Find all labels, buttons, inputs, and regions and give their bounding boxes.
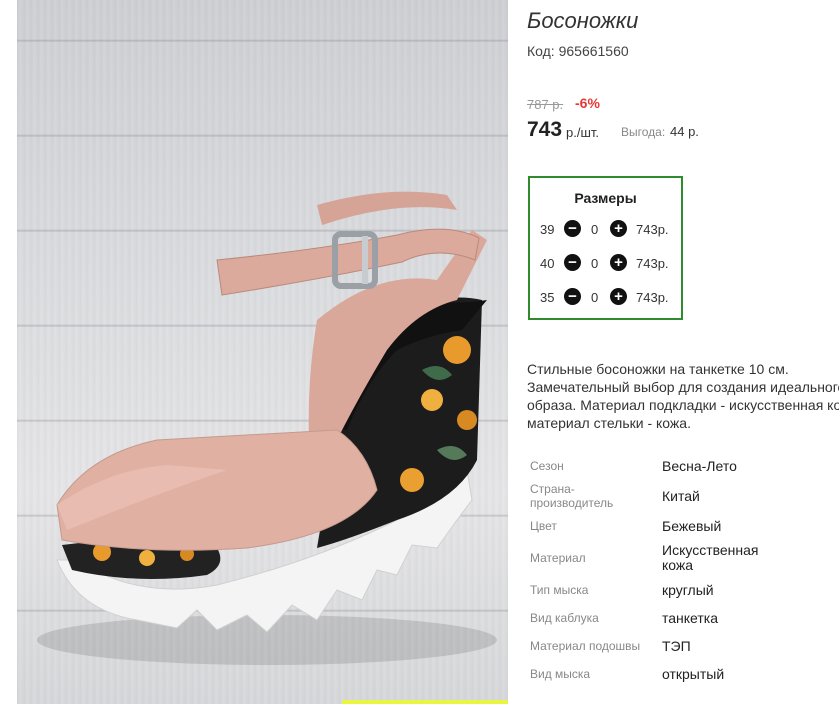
attribute-label: Сезон: [530, 459, 564, 473]
attribute-value: танкетка: [662, 610, 719, 626]
minus-icon[interactable]: −: [564, 220, 581, 237]
attribute-value: круглый: [662, 582, 714, 598]
size-quantity: 0: [591, 222, 599, 237]
description-line: материал стельки - кожа.: [527, 415, 691, 431]
size-row: 39 − 0 + 743р.: [540, 220, 680, 240]
current-price: 743: [527, 118, 563, 141]
size-row: 40 − 0 + 743р.: [540, 254, 680, 274]
description-line: образа. Материал подкладки - искусственн…: [527, 397, 839, 413]
product-code: Код: 965661560: [527, 43, 629, 59]
attribute-label: Вид каблука: [530, 611, 599, 625]
price-unit: р./шт.: [566, 125, 600, 140]
discount-badge: -6%: [575, 95, 600, 111]
attribute-value: Искусственная кожа: [662, 542, 759, 573]
description-line: Замечательный выбор для создания идеальн…: [527, 379, 839, 395]
sizes-panel: Размеры 39 − 0 + 743р. 40 − 0 + 743р. 35…: [528, 176, 683, 320]
size-price: 743р.: [636, 222, 669, 237]
attribute-label: Материал подошвы: [530, 639, 641, 653]
benefit-label: Выгода:: [621, 125, 666, 139]
size-number: 39: [540, 222, 555, 237]
minus-icon[interactable]: −: [564, 254, 581, 271]
sandal-illustration: [37, 191, 497, 665]
plus-icon[interactable]: +: [610, 288, 627, 305]
attribute-label: Материал: [530, 551, 586, 565]
size-quantity: 0: [591, 290, 599, 305]
attribute-value: Весна-Лето: [662, 458, 737, 474]
size-row: 35 − 0 + 743р.: [540, 288, 680, 308]
plus-icon[interactable]: +: [610, 220, 627, 237]
size-number: 40: [540, 256, 555, 271]
product-photo[interactable]: [17, 0, 508, 704]
attribute-value: Бежевый: [662, 518, 722, 534]
attribute-value: открытый: [662, 666, 725, 682]
highlight-bar: [342, 700, 508, 704]
sizes-title: Размеры: [574, 190, 637, 206]
attribute-value: Китай: [662, 488, 700, 504]
attribute-value: ТЭП: [662, 638, 691, 654]
product-description: Стильные босоножки на танкетке 10 см. За…: [527, 360, 839, 432]
size-number: 35: [540, 290, 555, 305]
size-price: 743р.: [636, 290, 669, 305]
attribute-label: Цвет: [530, 519, 557, 533]
plus-icon[interactable]: +: [610, 254, 627, 271]
size-quantity: 0: [591, 256, 599, 271]
product-title: Босоножки: [527, 8, 639, 33]
size-price: 743р.: [636, 256, 669, 271]
minus-icon[interactable]: −: [564, 288, 581, 305]
description-line: Стильные босоножки на танкетке 10 см.: [527, 361, 789, 377]
attribute-label: Страна-производитель: [530, 482, 614, 510]
benefit-value: 44 р.: [670, 124, 699, 139]
old-price: 787 р.: [527, 97, 564, 112]
attribute-label: Тип мыска: [530, 583, 589, 597]
attribute-label: Вид мыска: [530, 667, 591, 681]
